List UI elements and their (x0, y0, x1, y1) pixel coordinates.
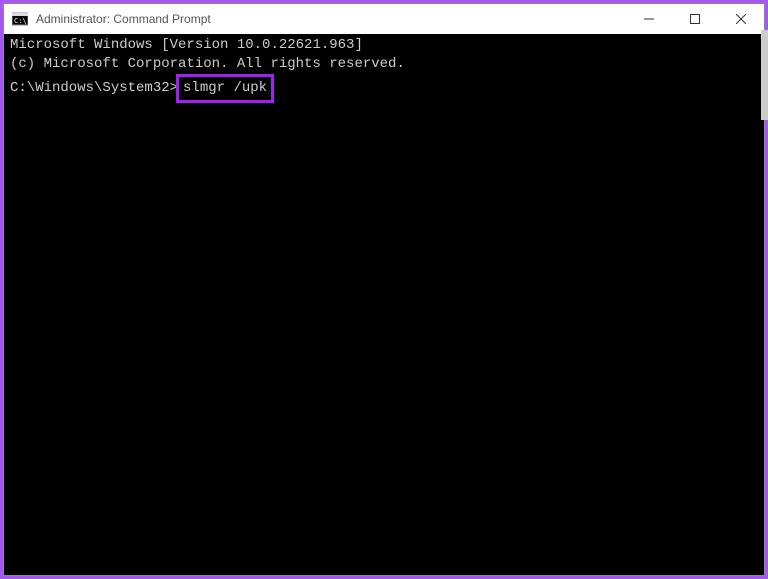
window-title: Administrator: Command Prompt (36, 12, 626, 26)
window-controls (626, 4, 764, 34)
titlebar[interactable]: C:\ Administrator: Command Prompt (4, 4, 764, 34)
command-prompt-window: C:\ Administrator: Command Prompt Micros… (3, 3, 765, 576)
cmd-icon: C:\ (12, 11, 28, 27)
svg-text:C:\: C:\ (14, 17, 27, 25)
terminal-area[interactable]: Microsoft Windows [Version 10.0.22621.96… (4, 34, 764, 575)
prompt-path: C:\Windows\System32> (10, 79, 178, 98)
minimize-button[interactable] (626, 4, 672, 34)
command-input-highlighted: slmgr /upk (176, 74, 274, 103)
maximize-button[interactable] (672, 4, 718, 34)
version-line: Microsoft Windows [Version 10.0.22621.96… (10, 36, 758, 55)
close-button[interactable] (718, 4, 764, 34)
vertical-scrollbar[interactable] (761, 30, 768, 120)
copyright-line: (c) Microsoft Corporation. All rights re… (10, 55, 758, 74)
prompt-line: C:\Windows\System32>slmgr /upk (10, 74, 758, 103)
